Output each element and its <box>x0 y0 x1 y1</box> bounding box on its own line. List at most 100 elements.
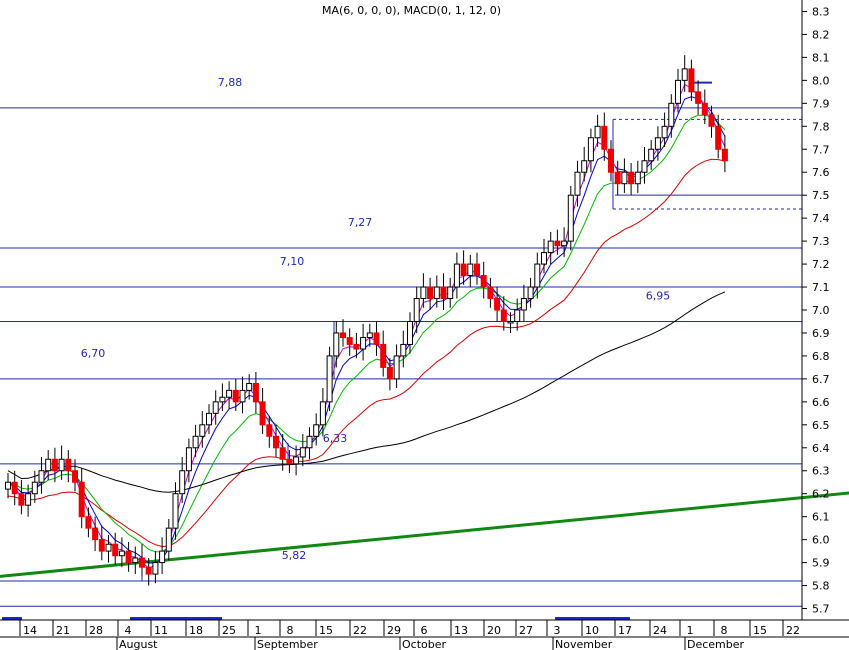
y-tick-label-21: 7.8 <box>812 120 830 133</box>
month-label-1: September <box>257 638 318 650</box>
level-label-1: 7,27 <box>348 216 373 229</box>
candle-body-35 <box>239 389 246 403</box>
y-tick-label-15: 7.2 <box>812 258 830 271</box>
candle-body-25 <box>172 493 179 529</box>
candle-body-68 <box>460 263 467 277</box>
x-tick-label-7: 1 <box>255 624 262 637</box>
y-tick-label-26: 8.3 <box>812 5 830 18</box>
candle-body-20 <box>139 557 145 568</box>
y-tick-label-23: 8.0 <box>812 74 830 87</box>
level-label-6: 5,82 <box>282 549 307 562</box>
candle-body-103 <box>695 91 702 104</box>
candle-body-95 <box>641 160 648 173</box>
candle-body-50 <box>340 332 346 339</box>
y-tick-label-3: 6.0 <box>812 534 830 547</box>
x-tick-label-15: 27 <box>519 624 533 637</box>
candle-body-85 <box>574 171 581 196</box>
candle-body-17 <box>118 550 125 557</box>
month-label-4: December <box>687 638 745 650</box>
candle-body-100 <box>675 79 681 104</box>
candle-body-5 <box>38 470 45 483</box>
candle-body-37 <box>252 382 259 403</box>
candle-body-91 <box>614 171 621 185</box>
candle-body-87 <box>587 137 594 162</box>
level-label-4: 6,70 <box>81 347 106 360</box>
candle-body-44 <box>299 447 306 458</box>
y-tick-label-7: 6.4 <box>812 442 830 455</box>
candle-body-83 <box>561 240 568 247</box>
candle-body-39 <box>266 424 273 437</box>
candle-body-89 <box>601 125 608 150</box>
candle-body-36 <box>246 382 253 391</box>
candle-body-92 <box>621 171 628 185</box>
y-tick-label-16: 7.3 <box>812 235 830 248</box>
level-label-0: 7,88 <box>218 76 243 89</box>
x-tick-label-8: 8 <box>287 624 294 637</box>
candle-body-53 <box>360 337 367 350</box>
candle-body-106 <box>715 125 722 150</box>
candle-body-101 <box>681 68 688 81</box>
candle-body-73 <box>494 298 501 311</box>
candle-body-11 <box>78 481 85 518</box>
y-tick-label-25: 8.2 <box>812 28 830 41</box>
candle-body-79 <box>534 263 541 288</box>
x-tick-label-9: 15 <box>319 624 333 637</box>
candle-body-78 <box>527 286 534 300</box>
candle-body-105 <box>708 114 715 127</box>
candle-body-74 <box>500 309 507 322</box>
x-tick-label-10: 22 <box>353 624 367 637</box>
candle-body-47 <box>319 401 326 426</box>
candle-body-9 <box>65 458 72 472</box>
candle-body-54 <box>366 332 373 339</box>
price-chart: MA(6, 0, 0, 0), MACD(0, 1, 12, 0) 7,88 7,… <box>0 0 849 650</box>
candle-body-40 <box>273 435 279 449</box>
x-tick-label-12: 6 <box>421 624 428 637</box>
x-tick-label-11: 29 <box>387 624 401 637</box>
candle-body-69 <box>467 263 474 277</box>
y-tick-label-0: 5.7 <box>812 603 830 616</box>
candle-body-43 <box>293 456 300 465</box>
x-tick-label-20: 1 <box>687 624 694 637</box>
candle-body-45 <box>306 435 313 449</box>
x-tick-label-0: 14 <box>23 624 37 637</box>
candle-body-14 <box>98 539 105 552</box>
candle-body-58 <box>393 355 400 380</box>
x-tick-label-2: 28 <box>89 624 103 637</box>
x-tick-label-13: 13 <box>454 624 468 637</box>
candle-body-65 <box>440 286 447 300</box>
candle-body-60 <box>407 320 413 345</box>
candle-body-16 <box>112 543 119 557</box>
candle-body-24 <box>165 527 172 552</box>
candle-body-29 <box>199 424 206 437</box>
candle-body-71 <box>480 275 487 288</box>
x-tick-label-17: 10 <box>585 624 599 637</box>
candle-body-64 <box>433 286 440 300</box>
candle-body-67 <box>453 263 460 288</box>
candle-body-90 <box>608 148 614 173</box>
candle-body-81 <box>547 240 554 254</box>
candle-body-3 <box>25 493 32 506</box>
candle-body-26 <box>179 470 186 495</box>
y-tick-label-19: 7.6 <box>812 166 830 179</box>
candle-body-77 <box>520 298 527 311</box>
candle-body-49 <box>333 332 340 357</box>
month-label-0: August <box>119 638 158 650</box>
x-tick-label-14: 20 <box>487 624 501 637</box>
y-tick-label-4: 6.1 <box>812 511 830 524</box>
candle-body-10 <box>72 470 78 483</box>
candle-body-41 <box>279 447 286 460</box>
x-tick-label-1: 21 <box>56 624 70 637</box>
candle-body-107 <box>721 148 728 162</box>
candle-body-2 <box>18 493 25 506</box>
candle-body-48 <box>326 355 333 403</box>
candle-body-62 <box>420 286 427 300</box>
y-tick-label-5: 6.2 <box>812 488 830 501</box>
candle-body-28 <box>192 435 199 449</box>
chart-legend: MA(6, 0, 0, 0), MACD(0, 1, 12, 0) <box>322 4 501 17</box>
y-tick-label-13: 7.0 <box>812 304 830 317</box>
candle-body-23 <box>159 550 166 564</box>
candle-body-72 <box>487 286 494 300</box>
candle-body-56 <box>380 343 387 368</box>
candle-body-31 <box>212 401 219 414</box>
candle-body-27 <box>185 447 192 472</box>
